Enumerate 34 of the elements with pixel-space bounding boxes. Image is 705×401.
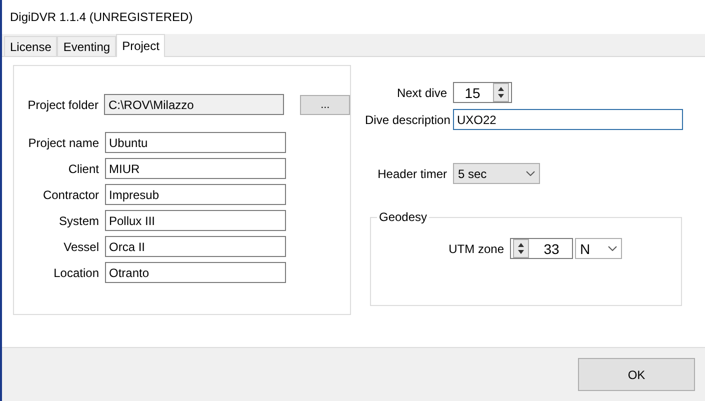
hemisphere-dropdown[interactable]: N [575,238,622,259]
input-field[interactable]: Orca II [105,236,286,257]
input-field[interactable]: Ubuntu [105,132,286,153]
timer-dropdown[interactable]: 5 sec [453,163,540,184]
tab[interactable]: License [4,36,58,56]
zone-spinner[interactable]: 33 [510,238,573,259]
input-field[interactable]: Otranto [105,262,286,283]
field-label: UTM zone [448,242,505,256]
group-title: Geodesy [378,210,428,224]
tab[interactable]: Eventing [57,36,116,56]
browse-button[interactable]: ... [300,94,350,114]
field-label: Dive description [365,112,452,126]
window-title: DigiDVR 1.1.4 (UNREGISTERED) [9,9,194,26]
spin-arrows-icon[interactable] [517,242,525,255]
caret-icon [608,246,617,251]
input-field[interactable]: MIUR [105,158,286,179]
caret-icon [526,171,535,176]
input-field[interactable]: Pollux III [105,210,286,231]
spin-arrows-icon[interactable] [497,86,505,99]
tab[interactable]: Project [116,34,166,57]
dive-spinner[interactable]: 15 [453,82,512,103]
input-field[interactable]: Impresub [105,184,286,205]
field-label: Project name [27,136,100,150]
field-label: Vessel [62,240,100,254]
field-label: Location [52,266,100,280]
input-field[interactable]: UXO22 [453,109,683,130]
field-label: Client [67,162,100,176]
folder-field[interactable]: C:\ROV\Milazzo [104,94,284,115]
field-label: System [58,214,100,228]
ok-button[interactable]: OK [578,358,695,391]
field-label: Project folder [26,98,100,112]
field-label: Next dive [396,86,448,100]
field-label: Contractor [42,188,100,202]
field-label: Header timer [376,166,448,180]
